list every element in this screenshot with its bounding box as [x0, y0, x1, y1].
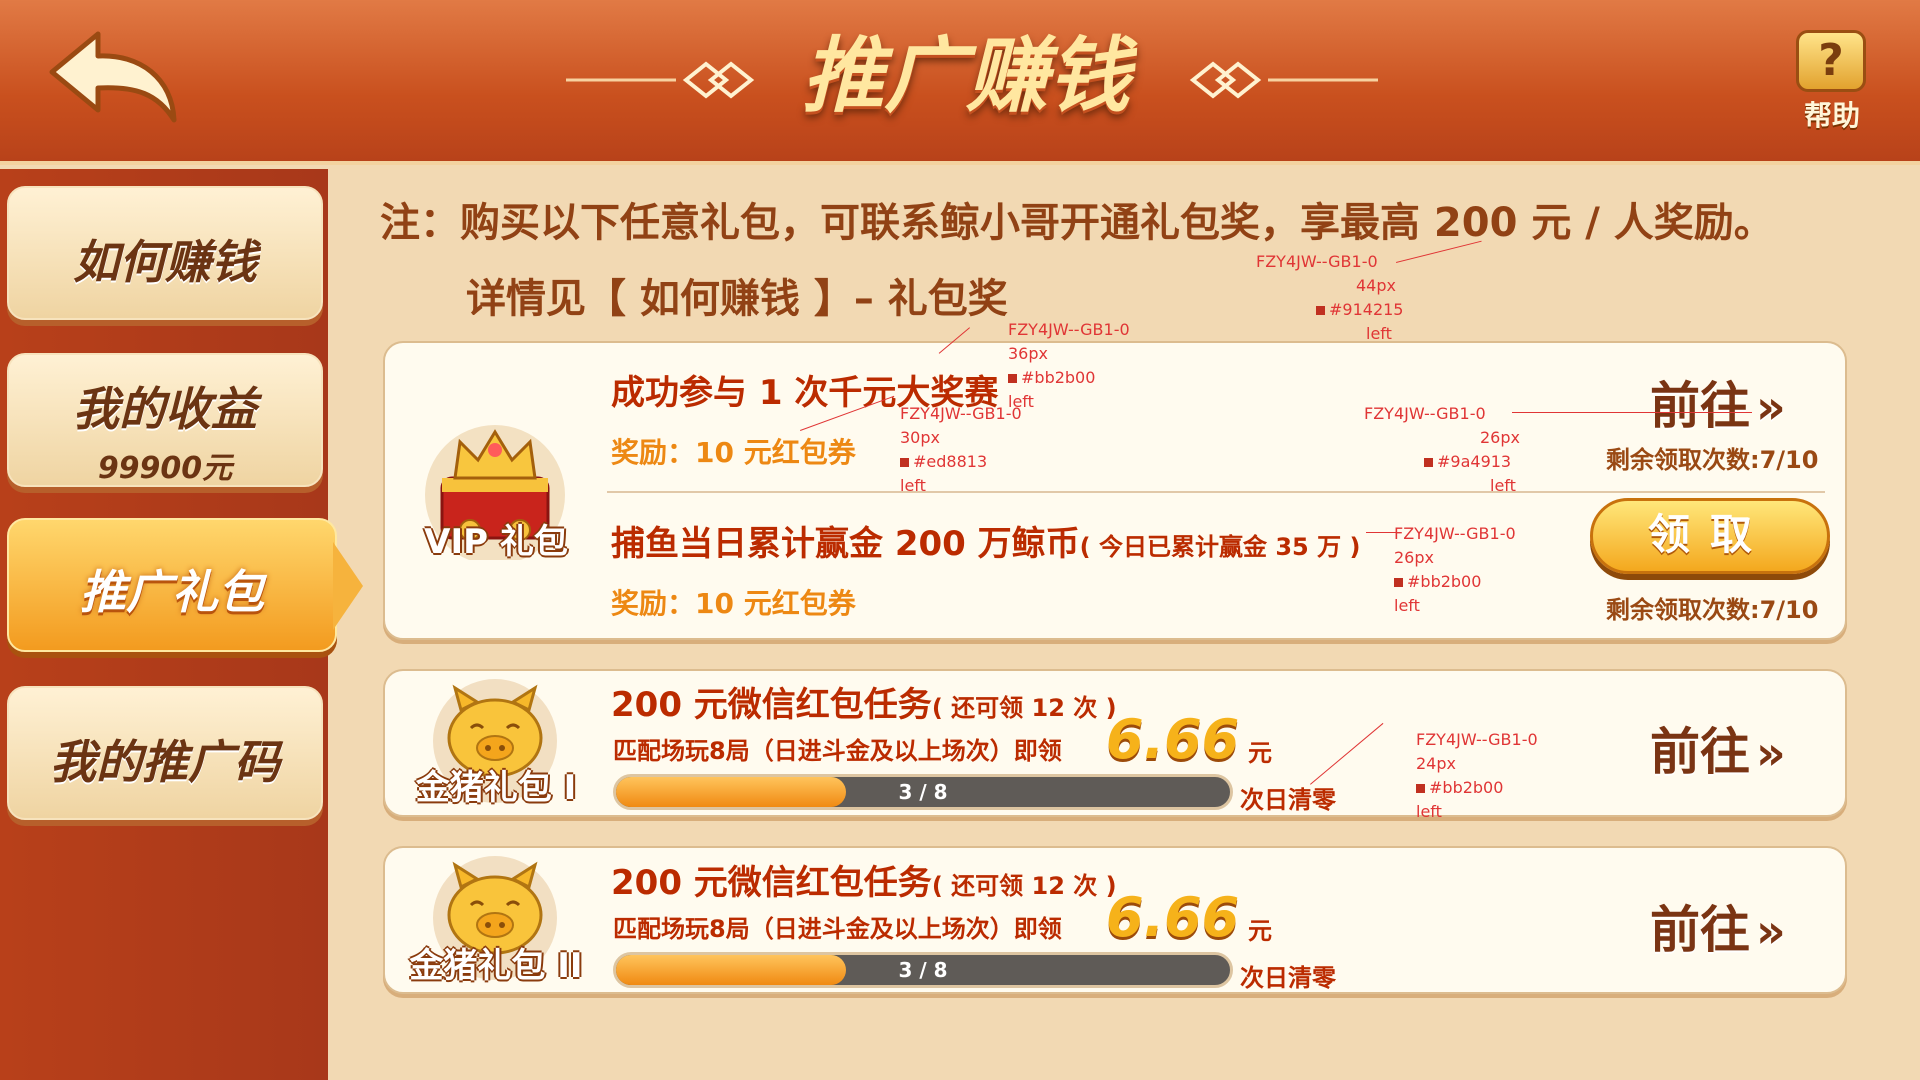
- spec-annotation: FZY4JW--GB1-0 30px #ed8813 left: [900, 402, 1022, 498]
- spec-annotation: FZY4JW--GB1-0 44px #914215 left: [1256, 250, 1403, 346]
- annotation-font: FZY4JW--GB1-0: [900, 404, 1022, 423]
- divider: [607, 491, 1825, 493]
- spec-annotation: FZY4JW--GB1-0 36px #bb2b00 left: [1008, 318, 1130, 414]
- annotation-font: FZY4JW--GB1-0: [1008, 320, 1130, 339]
- double-chevron-icon: »: [1756, 380, 1786, 434]
- pig2-go-button[interactable]: 前往»: [1650, 890, 1786, 962]
- vip-task1-reward: 奖励：10 元红包券: [611, 436, 856, 469]
- question-icon: ?: [1796, 30, 1866, 92]
- claim-button[interactable]: 领取: [1590, 498, 1830, 574]
- sidebar-item-label: 我的收益: [73, 382, 257, 436]
- pig2-unit: 元: [1248, 917, 1272, 945]
- go-label: 前往: [1650, 723, 1750, 781]
- annotation-color: #ed8813: [900, 450, 1022, 474]
- sidebar-item-label: 如何赚钱: [73, 235, 257, 289]
- pig2-amount: 6.66: [1106, 886, 1240, 949]
- pig1-progress-bar: 3 / 8: [613, 774, 1233, 810]
- spec-annotation: FZY4JW--GB1-0 26px #9a4913 left: [1364, 402, 1520, 498]
- spec-annotation: FZY4JW--GB1-0 24px #bb2b00 left: [1416, 728, 1538, 824]
- annotation-size: 44px: [1356, 276, 1396, 295]
- progress-text: 3 / 8: [898, 780, 948, 804]
- annotation-color: #bb2b00: [1394, 570, 1516, 594]
- spec-annotation: FZY4JW--GB1-0 26px #bb2b00 left: [1394, 522, 1516, 618]
- sidebar-item-how-to-earn[interactable]: 如何赚钱: [7, 186, 323, 320]
- annotation-color-value: #9a4913: [1437, 452, 1512, 471]
- pig1-title-text: 200 元微信红包任务: [611, 685, 932, 725]
- pig1-go-button[interactable]: 前往»: [1650, 712, 1786, 784]
- back-arrow-icon[interactable]: [48, 30, 178, 125]
- annotation-color-value: #914215: [1329, 300, 1404, 319]
- go-label: 前往: [1650, 901, 1750, 959]
- sidebar-item-label: 我的推广码: [50, 735, 280, 789]
- vip-icon-label: VIP 礼包: [424, 522, 568, 562]
- pig2-title: 200 元微信红包任务( 还可领 12 次 ): [611, 855, 1117, 904]
- pig1-title: 200 元微信红包任务( 还可领 12 次 ): [611, 677, 1117, 726]
- annotation-leader-line: [1366, 532, 1396, 533]
- vip-task2-remaining: 剩余领取次数:7/10: [1606, 596, 1819, 624]
- pig1-unit: 元: [1248, 739, 1272, 767]
- earnings-amount: 99900元: [97, 451, 233, 486]
- sidebar-item-label: 推广礼包: [80, 565, 264, 619]
- title-right-diamond-icon: [1189, 61, 1378, 99]
- annotation-size: 26px: [1480, 428, 1520, 447]
- double-chevron-icon: »: [1756, 904, 1786, 958]
- help-button[interactable]: ? 帮助: [1796, 30, 1868, 132]
- annotation-size: 30px: [900, 428, 940, 447]
- pig1-icon-label: 金猪礼包 I: [415, 768, 577, 808]
- annotation-size: 24px: [1416, 754, 1456, 773]
- pig1-reset-label: 次日清零: [1240, 786, 1336, 814]
- annotation-leader-line: [1512, 412, 1752, 413]
- progress-text: 3 / 8: [898, 958, 948, 982]
- pig1-amount: 6.66: [1106, 708, 1240, 771]
- pig2-reset-label: 次日清零: [1240, 964, 1336, 992]
- vip-task2-detail: ( 今日已累计赢金 35 万 ): [1079, 533, 1361, 561]
- annotation-font: FZY4JW--GB1-0: [1364, 404, 1486, 423]
- pig2-task-text: 匹配场玩8局（日进斗金及以上场次）即领: [613, 915, 1062, 943]
- annotation-font: FZY4JW--GB1-0: [1394, 524, 1516, 543]
- annotation-color: #bb2b00: [1416, 776, 1538, 800]
- pig2-progress-bar: 3 / 8: [613, 952, 1233, 988]
- annotation-color-value: #bb2b00: [1021, 368, 1096, 387]
- annotation-size: 36px: [1008, 344, 1048, 363]
- annotation-color: #bb2b00: [1008, 366, 1130, 390]
- double-chevron-icon: »: [1756, 726, 1786, 780]
- pig1-title-note: ( 还可领 12 次 ): [931, 694, 1117, 722]
- page-title: 推广赚钱: [802, 29, 1130, 124]
- pig1-task-text: 匹配场玩8局（日进斗金及以上场次）即领: [613, 737, 1062, 765]
- annotation-color: #914215: [1256, 298, 1403, 322]
- sidebar-item-my-earnings[interactable]: 我的收益 99900元: [7, 353, 323, 487]
- annotation-align: left: [900, 476, 926, 495]
- annotation-color: #9a4913: [1364, 450, 1520, 474]
- sidebar-item-promo-gift[interactable]: 推广礼包: [7, 518, 363, 652]
- annotation-align: left: [1490, 476, 1516, 495]
- vip-task1-remaining: 剩余领取次数:7/10: [1606, 446, 1819, 474]
- annotation-size: 26px: [1394, 548, 1434, 567]
- vip-task1-go-button[interactable]: 前往»: [1650, 366, 1786, 438]
- help-label: 帮助: [1803, 99, 1860, 132]
- annotation-align: left: [1416, 802, 1442, 821]
- go-label: 前往: [1650, 377, 1750, 435]
- vip-task2-title: 捕鱼当日累计赢金 200 万鲸币( 今日已累计赢金 35 万 ): [611, 516, 1360, 565]
- annotation-align: left: [1394, 596, 1420, 615]
- vip-task2-reward: 奖励：10 元红包券: [611, 587, 856, 620]
- pig2-icon-label: 金猪礼包 II: [409, 946, 583, 986]
- note-line-2: 详情见【 如何赚钱 】– 礼包奖: [466, 276, 1008, 322]
- title-left-diamond-icon: [566, 61, 755, 99]
- annotation-color-value: #bb2b00: [1407, 572, 1482, 591]
- annotation-font: FZY4JW--GB1-0: [1416, 730, 1538, 749]
- annotation-color-value: #ed8813: [913, 452, 988, 471]
- note-line-1: 注：购买以下任意礼包，可联系鲸小哥开通礼包奖，享最高 200 元 / 人奖励。: [380, 200, 1774, 246]
- annotation-align: left: [1008, 392, 1034, 411]
- annotation-align: left: [1366, 324, 1392, 343]
- annotation-color-value: #bb2b00: [1429, 778, 1504, 797]
- annotation-font: FZY4JW--GB1-0: [1256, 252, 1378, 271]
- vip-task2-title-text: 捕鱼当日累计赢金 200 万鲸币: [611, 524, 1080, 564]
- pig2-title-text: 200 元微信红包任务: [611, 863, 932, 903]
- pig2-title-note: ( 还可领 12 次 ): [931, 872, 1117, 900]
- sidebar-item-my-promo-code[interactable]: 我的推广码: [7, 686, 323, 820]
